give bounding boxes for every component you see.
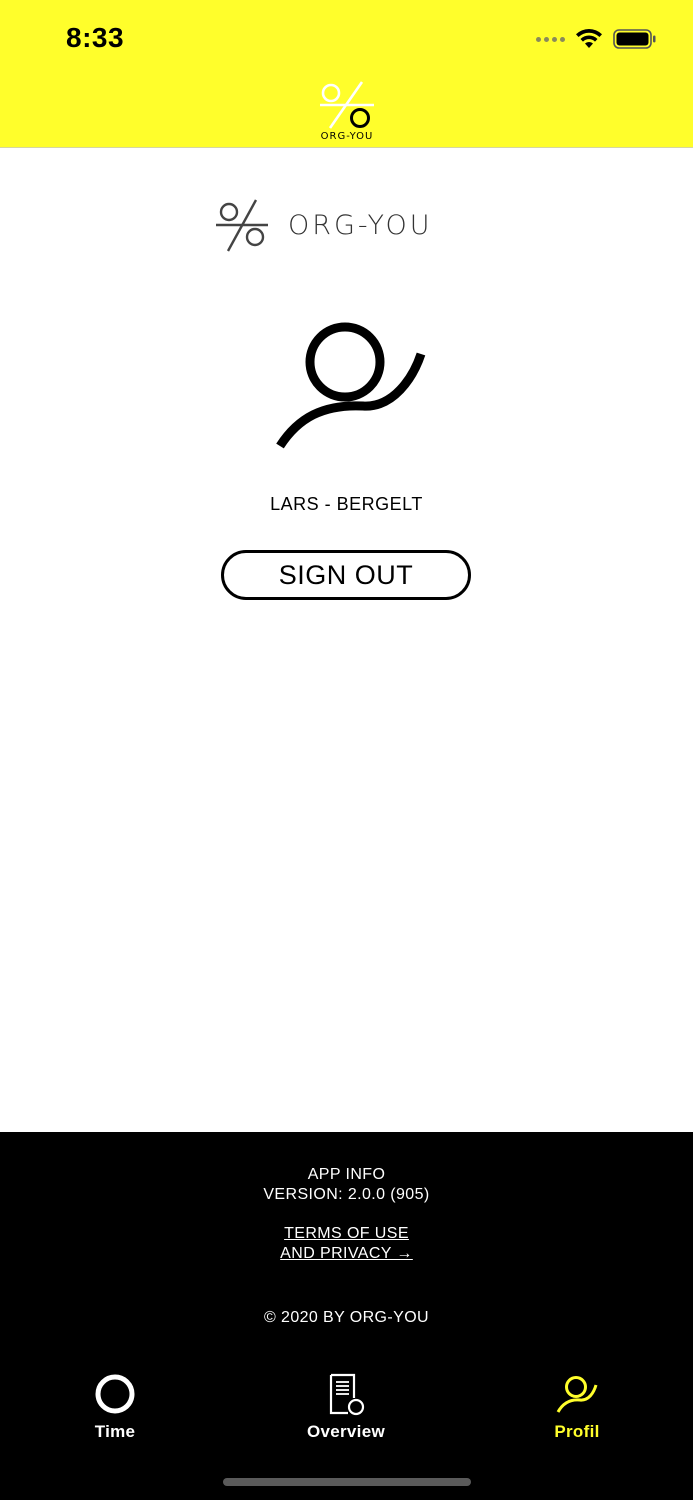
app-version: VERSION: 2.0.0 (905) bbox=[263, 1186, 430, 1203]
tab-bar: Time Overview Profil bbox=[0, 1368, 693, 1458]
status-time: 8:33 bbox=[66, 22, 125, 53]
terms-link-line-2[interactable]: AND PRIVACY → bbox=[0, 1245, 693, 1263]
tab-time[interactable]: Time bbox=[35, 1368, 195, 1454]
document-icon bbox=[329, 1373, 365, 1416]
sign-out-button[interactable]: SIGN OUT bbox=[221, 550, 471, 600]
tab-overview-label: Overview bbox=[306, 1422, 385, 1441]
brand-logo: ORG-YOU bbox=[214, 195, 474, 255]
header-logo-text: ORG-YOU bbox=[320, 131, 374, 142]
profile-avatar-icon bbox=[276, 322, 426, 449]
home-indicator[interactable] bbox=[223, 1478, 471, 1486]
status-indicators bbox=[536, 24, 657, 54]
profile-icon bbox=[556, 1376, 598, 1413]
user-name: LARS - BERGELT bbox=[270, 494, 423, 514]
privacy-link[interactable]: AND PRIVACY → bbox=[280, 1245, 413, 1262]
battery-icon bbox=[613, 29, 656, 49]
wifi-icon bbox=[576, 28, 602, 48]
copyright: © 2020 BY ORG-YOU bbox=[263, 1309, 430, 1326]
org-you-logo-icon bbox=[320, 81, 374, 129]
tab-overview[interactable]: Overview bbox=[266, 1368, 426, 1454]
tab-profil[interactable]: Profil bbox=[497, 1368, 657, 1454]
org-you-mark-icon bbox=[216, 199, 268, 252]
terms-link-line-1[interactable]: TERMS OF USE bbox=[0, 1225, 693, 1243]
brand-name: ORG-YOU bbox=[288, 209, 433, 241]
tab-time-label: Time bbox=[94, 1422, 136, 1441]
terms-of-use-link[interactable]: TERMS OF USE bbox=[284, 1225, 409, 1242]
circle-icon bbox=[95, 1374, 135, 1414]
footer: APP INFO VERSION: 2.0.0 (905) TERMS OF U… bbox=[0, 1132, 693, 1500]
cellular-signal-icon bbox=[536, 36, 565, 42]
tab-profil-label: Profil bbox=[554, 1422, 600, 1441]
app-info-title: APP INFO bbox=[307, 1166, 386, 1183]
app-header: 8:33 ORG-YOU bbox=[0, 0, 693, 148]
header-logo: ORG-YOU bbox=[316, 78, 378, 144]
